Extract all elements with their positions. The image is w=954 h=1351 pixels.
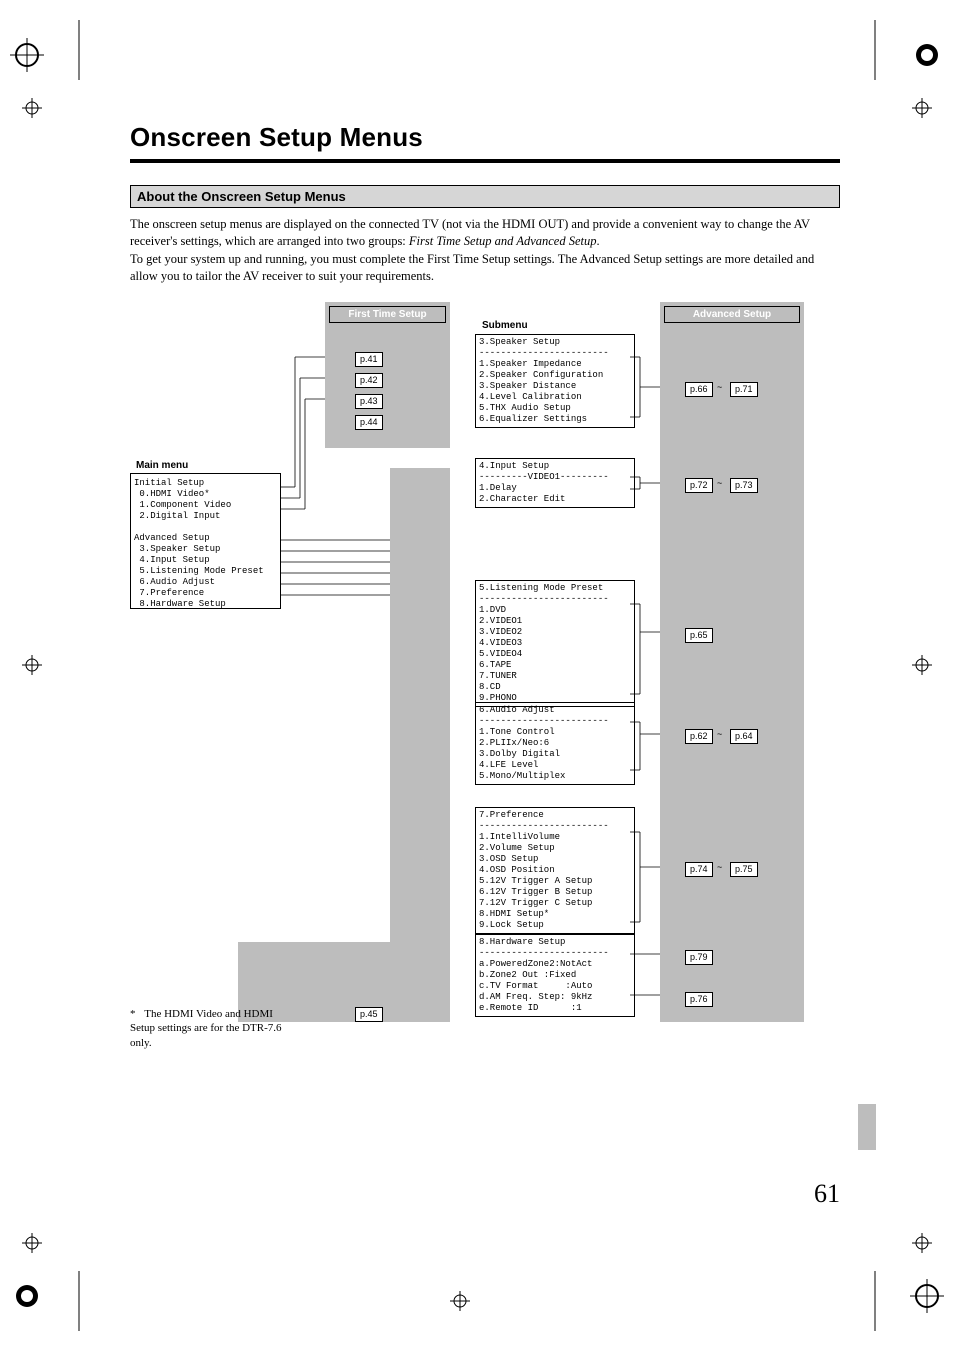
tilde: ~ xyxy=(717,478,722,488)
first-time-setup-header: First Time Setup xyxy=(329,306,446,323)
page-ref: p.44 xyxy=(355,415,383,430)
crop-mark-icon xyxy=(910,38,944,72)
body-paragraph-2: To get your system up and running, you m… xyxy=(130,251,840,284)
page-ref: p.64 xyxy=(730,729,758,744)
register-mark-icon xyxy=(912,98,932,118)
page-ref: p.76 xyxy=(685,992,713,1007)
register-mark-icon xyxy=(22,1233,42,1253)
section-heading: About the Onscreen Setup Menus xyxy=(130,185,840,208)
register-mark-icon xyxy=(912,655,932,675)
page-ref: p.75 xyxy=(730,862,758,877)
page-ref: p.73 xyxy=(730,478,758,493)
page-ref: p.62 xyxy=(685,729,713,744)
advanced-setup-label: Advanced Setup xyxy=(665,307,799,322)
submenu-input-setup: 4.Input Setup ---------VIDEO1--------- 1… xyxy=(475,458,635,508)
crop-mark-icon xyxy=(10,1279,44,1313)
submenu-label: Submenu xyxy=(482,320,528,331)
page-ref: p.72 xyxy=(685,478,713,493)
submenu-audio-adjust: 6.Audio Adjust ------------------------ … xyxy=(475,702,635,785)
footnote: * The HDMI Video and HDMI Setup settings… xyxy=(130,1007,300,1050)
crop-line-icon xyxy=(874,1271,876,1331)
tilde: ~ xyxy=(717,382,722,392)
crop-mark-icon xyxy=(10,38,44,72)
crop-line-icon xyxy=(78,20,80,80)
page-ref: p.66 xyxy=(685,382,713,397)
submenu-text: 7.Preference ------------------------ 1.… xyxy=(479,810,631,931)
register-mark-icon xyxy=(22,98,42,118)
crop-line-icon xyxy=(874,20,876,80)
page-ref: p.74 xyxy=(685,862,713,877)
main-menu-box: Initial Setup 0.HDMI Video* 1.Component … xyxy=(130,473,281,609)
first-time-setup-label: First Time Setup xyxy=(330,307,445,322)
page-ref: p.43 xyxy=(355,394,383,409)
submenu-text: 3.Speaker Setup ------------------------… xyxy=(479,337,631,425)
register-mark-icon xyxy=(912,1233,932,1253)
first-time-setup-box: First Time Setup xyxy=(325,302,450,448)
para1c: . xyxy=(597,234,600,248)
register-mark-icon xyxy=(22,655,42,675)
submenu-speaker-setup: 3.Speaker Setup ------------------------… xyxy=(475,334,635,428)
footnote-star: * xyxy=(130,1008,136,1020)
para1b: First Time Setup and Advanced Setup xyxy=(409,234,597,248)
menu-tree-diagram: Main menu Initial Setup 0.HDMI Video* 1.… xyxy=(130,302,840,1092)
submenu-listening-mode: 5.Listening Mode Preset ----------------… xyxy=(475,580,635,707)
submenu-text: 5.Listening Mode Preset ----------------… xyxy=(479,583,631,704)
page-ref: p.41 xyxy=(355,352,383,367)
tree-rail-left xyxy=(390,468,450,1022)
submenu-text: 4.Input Setup ---------VIDEO1--------- 1… xyxy=(479,461,631,505)
page-ref: p.45 xyxy=(355,1007,383,1022)
main-menu-content: Initial Setup 0.HDMI Video* 1.Component … xyxy=(134,478,264,610)
main-menu-label: Main menu xyxy=(136,460,188,471)
advanced-setup-box: Advanced Setup xyxy=(660,302,804,1022)
submenu-text: 6.Audio Adjust ------------------------ … xyxy=(479,705,631,782)
crop-mark-icon xyxy=(910,1279,944,1313)
page-ref: p.65 xyxy=(685,628,713,643)
page-ref: p.42 xyxy=(355,373,383,388)
footnote-text: The HDMI Video and HDMI Setup settings a… xyxy=(130,1008,282,1049)
page-ref: p.79 xyxy=(685,950,713,965)
page-ref: p.71 xyxy=(730,382,758,397)
submenu-text: 8.Hardware Setup -----------------------… xyxy=(479,937,631,1014)
body-paragraph-1: The onscreen setup menus are displayed o… xyxy=(130,216,840,249)
submenu-hardware-setup: 8.Hardware Setup -----------------------… xyxy=(475,934,635,1017)
submenu-preference: 7.Preference ------------------------ 1.… xyxy=(475,807,635,934)
tilde: ~ xyxy=(717,862,722,872)
advanced-setup-header: Advanced Setup xyxy=(664,306,800,323)
crop-line-icon xyxy=(78,1271,80,1331)
side-tab xyxy=(858,1104,876,1150)
page-title: Onscreen Setup Menus xyxy=(130,122,840,153)
register-mark-icon xyxy=(450,1291,470,1311)
title-divider xyxy=(130,159,840,163)
page-number: 61 xyxy=(814,1179,840,1209)
tilde: ~ xyxy=(717,729,722,739)
